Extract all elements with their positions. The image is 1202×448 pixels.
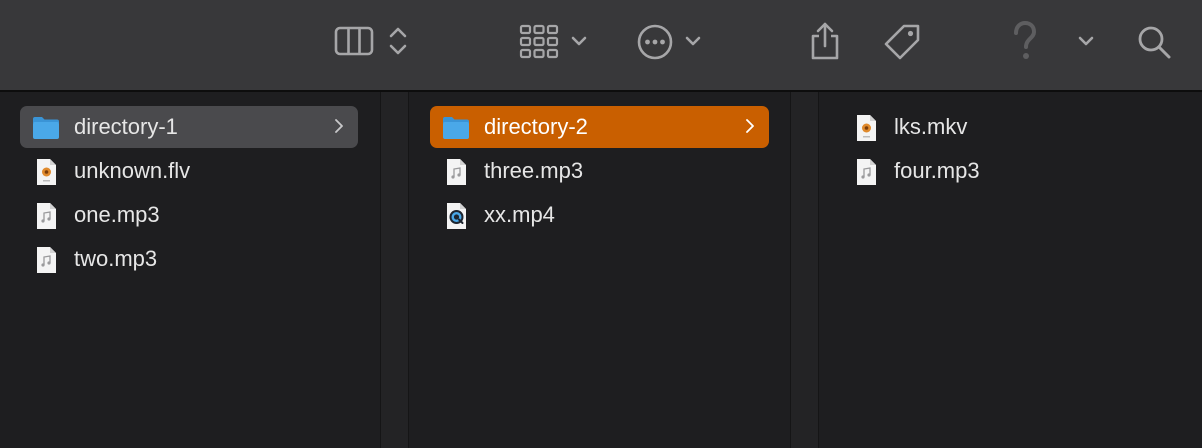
list-item-two-mp3[interactable]: two.mp3 (20, 238, 358, 280)
list-item-unknown-flv[interactable]: unknown.flv (20, 150, 358, 192)
quicktime-file-icon (447, 203, 466, 229)
chevron-down-icon[interactable] (683, 30, 703, 52)
question-mark-icon[interactable] (1008, 20, 1042, 62)
item-name: one.mp3 (74, 202, 160, 227)
browser-column-1: directory-1 unknown.flv one.mp3 two.mp3 (0, 92, 380, 448)
list-item-three-mp3[interactable]: three.mp3 (430, 150, 769, 192)
audio-file-icon (37, 247, 56, 273)
item-name: unknown.flv (74, 158, 191, 183)
chevron-updown-icon[interactable] (386, 24, 410, 58)
finder-toolbar (0, 0, 1202, 92)
list-item-lks-mkv[interactable]: lks.mkv (840, 106, 1180, 148)
item-name: three.mp3 (484, 158, 584, 183)
item-name: xx.mp4 (484, 202, 555, 227)
chevron-down-icon[interactable] (569, 30, 589, 52)
share-icon[interactable] (808, 20, 842, 62)
list-item-directory-1[interactable]: directory-1 (20, 106, 358, 148)
list-item-directory-2[interactable]: directory-2 (430, 106, 769, 148)
column-resize-handle[interactable] (380, 92, 409, 448)
video-file-icon (857, 115, 876, 141)
audio-file-icon (447, 159, 466, 185)
folder-icon (33, 117, 59, 139)
tag-icon[interactable] (882, 22, 922, 62)
item-name: two.mp3 (74, 246, 158, 271)
list-item-four-mp3[interactable]: four.mp3 (840, 150, 1180, 192)
column-resize-handle[interactable] (790, 92, 819, 448)
browser-column-2: directory-2 three.mp3 xx.mp4 (410, 92, 790, 448)
chevron-down-icon[interactable] (1076, 30, 1096, 52)
grid-group-icon[interactable] (518, 22, 560, 60)
item-name: directory-1 (74, 114, 178, 139)
columns-view-icon[interactable] (334, 24, 374, 58)
ellipsis-circle-icon[interactable] (636, 23, 674, 61)
column-browser: directory-1 unknown.flv one.mp3 two.mp3 … (0, 92, 1202, 448)
video-file-icon (37, 159, 56, 185)
browser-column-3: lks.mkv four.mp3 (820, 92, 1202, 448)
audio-file-icon (37, 203, 56, 229)
list-item-one-mp3[interactable]: one.mp3 (20, 194, 358, 236)
item-name: four.mp3 (894, 158, 980, 183)
search-icon[interactable] (1136, 24, 1172, 60)
chevron-right-icon (746, 119, 754, 133)
item-name: lks.mkv (894, 114, 968, 139)
list-item-xx-mp4[interactable]: xx.mp4 (430, 194, 769, 236)
item-name: directory-2 (484, 114, 588, 139)
audio-file-icon (857, 159, 876, 185)
folder-icon (443, 117, 469, 139)
chevron-right-icon (335, 119, 343, 133)
